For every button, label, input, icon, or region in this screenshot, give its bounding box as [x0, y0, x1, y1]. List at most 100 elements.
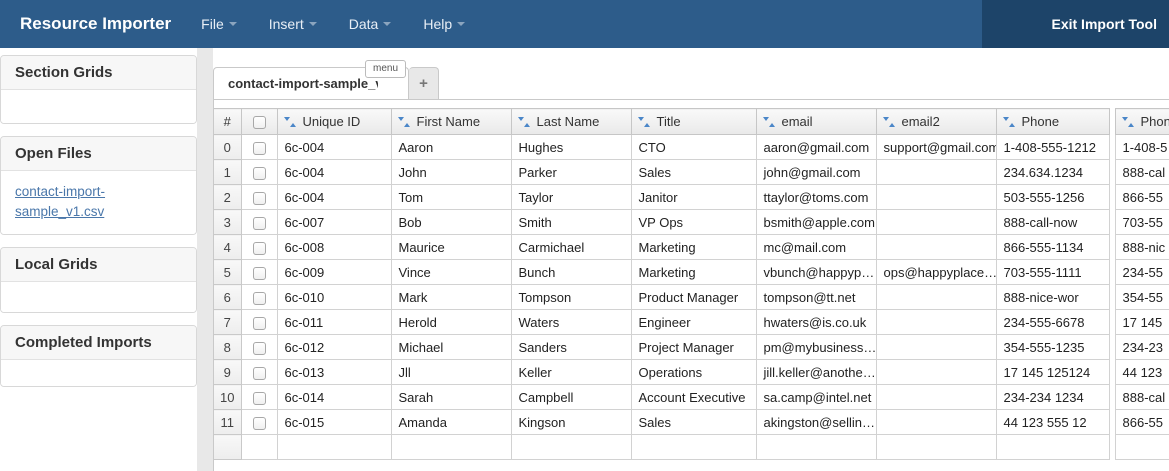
cell[interactable]	[996, 435, 1109, 460]
cell[interactable]: Kingson	[511, 410, 631, 435]
cell[interactable]: 6c-004	[277, 185, 391, 210]
cell[interactable]: Carmichael	[511, 235, 631, 260]
row-checkbox-cell[interactable]	[241, 335, 277, 360]
row-checkbox-cell[interactable]	[241, 410, 277, 435]
menu-help[interactable]: Help	[407, 0, 481, 48]
cell[interactable]	[876, 185, 996, 210]
row-checkbox[interactable]	[253, 167, 266, 180]
cell[interactable]: 888-call-now	[996, 210, 1109, 235]
cell[interactable]: Keller	[511, 360, 631, 385]
sort-icon[interactable]	[883, 117, 895, 127]
cell[interactable]: CTO	[631, 135, 756, 160]
cell[interactable]	[631, 435, 756, 460]
cell[interactable]: Taylor	[511, 185, 631, 210]
cell[interactable]: Michael	[391, 335, 511, 360]
cell[interactable]: vbunch@happyp…	[756, 260, 876, 285]
cell[interactable]: Mark	[391, 285, 511, 310]
cell[interactable]	[756, 435, 876, 460]
cell[interactable]	[1115, 435, 1169, 460]
cell[interactable]: Marketing	[631, 260, 756, 285]
sort-icon[interactable]	[638, 117, 650, 127]
cell[interactable]: Product Manager	[631, 285, 756, 310]
cell[interactable]: Sarah	[391, 385, 511, 410]
row-number[interactable]: 2	[214, 185, 241, 210]
cell[interactable]: 888-nic	[1115, 235, 1169, 260]
cell[interactable]: Tompson	[511, 285, 631, 310]
sort-icon[interactable]	[1003, 117, 1015, 127]
row-checkbox[interactable]	[253, 367, 266, 380]
select-all-header[interactable]	[241, 109, 277, 135]
cell[interactable]: 17 145 125124	[996, 360, 1109, 385]
row-checkbox[interactable]	[253, 342, 266, 355]
cell[interactable]: 1-408-555-1212	[996, 135, 1109, 160]
cell[interactable]: mc@mail.com	[756, 235, 876, 260]
column-header-first-name-1[interactable]: First Name	[391, 109, 511, 135]
row-number[interactable]: 5	[214, 260, 241, 285]
cell[interactable]	[876, 285, 996, 310]
row-checkbox-cell[interactable]	[241, 235, 277, 260]
row-checkbox[interactable]	[253, 192, 266, 205]
cell[interactable]: 703-55	[1115, 210, 1169, 235]
row-number[interactable]: 7	[214, 310, 241, 335]
cell[interactable]: 234-23	[1115, 335, 1169, 360]
cell[interactable]	[876, 360, 996, 385]
cell[interactable]: Aaron	[391, 135, 511, 160]
cell[interactable]: tompson@tt.net	[756, 285, 876, 310]
cell[interactable]: Hughes	[511, 135, 631, 160]
row-number[interactable]: 10	[214, 385, 241, 410]
row-number[interactable]: 0	[214, 135, 241, 160]
cell[interactable]: 234.634.1234	[996, 160, 1109, 185]
column-header-email2-5[interactable]: email2	[876, 109, 996, 135]
cell[interactable]: 354-555-1235	[996, 335, 1109, 360]
cell[interactable]: Jll	[391, 360, 511, 385]
row-checkbox[interactable]	[253, 242, 266, 255]
row-checkbox[interactable]	[253, 417, 266, 430]
row-checkbox-cell[interactable]	[241, 310, 277, 335]
cell[interactable]	[876, 410, 996, 435]
open-file-link[interactable]: contact-import-sample_v1.csv	[15, 184, 105, 219]
cell[interactable]: support@gmail.com	[876, 135, 996, 160]
row-checkbox-cell[interactable]	[241, 260, 277, 285]
cell[interactable]: 6c-010	[277, 285, 391, 310]
cell[interactable]: 6c-009	[277, 260, 391, 285]
cell[interactable]	[876, 310, 996, 335]
menu-insert[interactable]: Insert	[253, 0, 333, 48]
cell[interactable]	[876, 335, 996, 360]
menu-file[interactable]: File	[185, 0, 253, 48]
cell[interactable]: Bob	[391, 210, 511, 235]
sort-icon[interactable]	[284, 117, 296, 127]
cell[interactable]: Project Manager	[631, 335, 756, 360]
cell[interactable]: John	[391, 160, 511, 185]
cell[interactable]: Tom	[391, 185, 511, 210]
cell[interactable]	[511, 435, 631, 460]
exit-import-tool-button[interactable]: Exit Import Tool	[982, 0, 1169, 48]
cell[interactable]: Waters	[511, 310, 631, 335]
row-checkbox[interactable]	[253, 267, 266, 280]
cell[interactable]: Janitor	[631, 185, 756, 210]
column-header-title-3[interactable]: Title	[631, 109, 756, 135]
cell[interactable]	[876, 385, 996, 410]
row-checkbox-cell[interactable]	[241, 385, 277, 410]
cell[interactable]: 6c-008	[277, 235, 391, 260]
sort-icon[interactable]	[398, 117, 410, 127]
section-header-local-grids[interactable]: Local Grids	[1, 248, 196, 282]
cell[interactable]: 6c-011	[277, 310, 391, 335]
row-number[interactable]: 3	[214, 210, 241, 235]
cell[interactable]: pm@mybusiness…	[756, 335, 876, 360]
section-header-section-grids[interactable]: Section Grids	[1, 56, 196, 90]
row-checkbox[interactable]	[253, 142, 266, 155]
column-header-phone-6[interactable]: Phone	[996, 109, 1109, 135]
row-number[interactable]	[214, 435, 241, 460]
cell[interactable]: 503-555-1256	[996, 185, 1109, 210]
sort-icon[interactable]	[518, 117, 530, 127]
cell[interactable]: aaron@gmail.com	[756, 135, 876, 160]
cell[interactable]: sa.camp@intel.net	[756, 385, 876, 410]
row-number[interactable]: 6	[214, 285, 241, 310]
cell[interactable]: 234-234 1234	[996, 385, 1109, 410]
cell[interactable]: 866-55	[1115, 185, 1169, 210]
add-tab-button[interactable]: +	[409, 67, 439, 99]
section-header-completed-imports[interactable]: Completed Imports	[1, 326, 196, 360]
sort-icon[interactable]	[763, 117, 775, 127]
column-header-phone-7[interactable]: Phone	[1115, 109, 1169, 135]
cell[interactable]: 866-555-1134	[996, 235, 1109, 260]
